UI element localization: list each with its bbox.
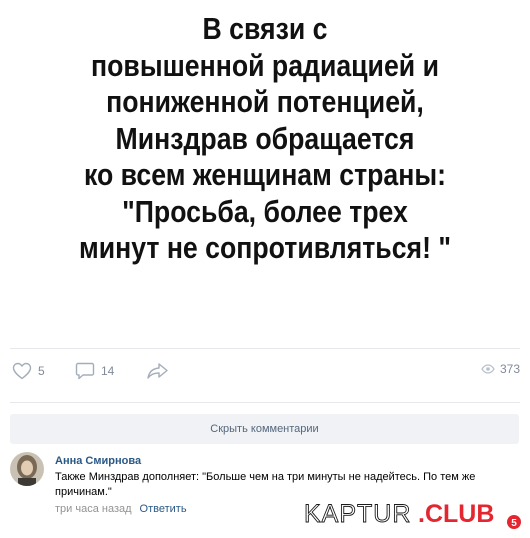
eye-icon [481, 364, 495, 374]
meme-text: В связи с повышенной радиацией и понижен… [50, 11, 480, 267]
reply-button[interactable]: Ответить [140, 503, 187, 515]
share-arrow-icon [146, 362, 170, 380]
post-image[interactable]: В связи с повышенной радиацией и понижен… [0, 0, 530, 338]
meme-line: В связи с [202, 11, 328, 46]
divider [10, 348, 520, 349]
views-counter: 373 [481, 362, 520, 376]
avatar[interactable] [10, 452, 44, 486]
meme-line: повышенной радиацией и [91, 47, 439, 83]
kaptur-club-watermark: KAPTUR .CLUB 5 [302, 498, 522, 530]
comment-button[interactable]: 14 [75, 362, 114, 380]
divider [10, 402, 520, 403]
comment-time[interactable]: три часа назад [55, 503, 132, 515]
share-button[interactable] [146, 362, 170, 380]
post-actions: 5 14 373 [0, 356, 530, 390]
views-count: 373 [499, 362, 520, 376]
meme-line: ко всем женщинам страны: [83, 157, 447, 192]
watermark-club-text: .CLUB [418, 500, 494, 528]
heart-icon [12, 362, 32, 380]
meme-line: "Просьба, более трех [122, 193, 408, 229]
hide-comments-button[interactable]: Скрыть комментарии [10, 414, 519, 444]
meme-line: Минздрав обращается [115, 120, 415, 156]
comment-icon [75, 362, 95, 380]
meme-line: пониженной потенцией, [106, 84, 424, 119]
comment-author[interactable]: Анна Смирнова [55, 455, 515, 467]
watermark-badge-number: 5 [511, 518, 517, 529]
meme-line: минут не сопротивляться! " [78, 230, 452, 265]
like-button[interactable]: 5 [12, 362, 45, 380]
comment-count: 14 [101, 364, 115, 378]
like-count: 5 [38, 364, 45, 378]
comment-text: Также Минздрав дополняет: "Больше чем на… [55, 471, 476, 498]
watermark-kaptur-text: KAPTUR [304, 500, 411, 528]
